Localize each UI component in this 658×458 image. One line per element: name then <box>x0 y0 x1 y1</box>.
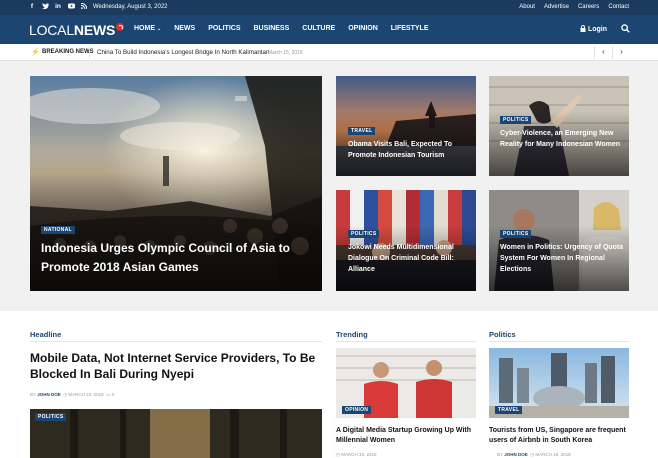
hero-card-main[interactable]: NATIONAL Indonesia Urges Olympic Council… <box>30 76 322 291</box>
politics-article-meta: BY JOHN DOE ◷ MARCH 19, 2018 <box>497 452 571 458</box>
author-link[interactable]: JOHN DOE <box>37 392 61 397</box>
nav-item-culture[interactable]: CULTURE <box>302 25 335 32</box>
nav-item-politics[interactable]: POLITICS <box>208 25 240 32</box>
section-heading-trending[interactable]: Trending <box>336 330 368 339</box>
nav-item-home[interactable]: HOME ⌄ <box>134 25 161 32</box>
logo-signal-icon <box>116 23 125 31</box>
logo-text-news: NEWS <box>73 22 116 38</box>
hero-card-2[interactable]: TRAVEL Obama Visits Bali, Expected To Pr… <box>336 76 476 176</box>
hero-card-4[interactable]: POLITICS Jokowi Needs Multidimensional D… <box>336 190 476 291</box>
nav-item-business[interactable]: BUSINESS <box>253 25 289 32</box>
nav-item-home-label: HOME <box>134 25 155 32</box>
trending-article-meta: ◷ MARCH 19, 2018 <box>336 452 376 458</box>
logo-text-local: LOCAL <box>29 22 74 38</box>
breaking-nav: ‹ › <box>594 46 630 59</box>
twitter-icon[interactable] <box>42 3 49 10</box>
nav-item-opinion[interactable]: OPINION <box>348 25 378 32</box>
category-tag[interactable]: NATIONAL <box>41 226 75 234</box>
headline-secondary-card[interactable]: POLITICS <box>30 409 322 458</box>
category-tag[interactable]: OPINION <box>342 406 372 414</box>
section-heading-headline[interactable]: Headline <box>30 330 61 339</box>
meta-date: MARCH 19, 2018 <box>341 452 377 457</box>
nav-item-news[interactable]: NEWS <box>174 25 195 32</box>
meta-by: BY <box>30 392 36 397</box>
search-icon[interactable] <box>621 24 630 33</box>
current-date: Wednesday, August 3, 2022 <box>93 4 168 10</box>
main-header: LOCAL NEWS HOME ⌄ NEWS POLITICS BUSINESS C… <box>0 15 658 44</box>
meta-comments[interactable]: 0 <box>112 392 115 397</box>
image-overlay <box>336 190 476 291</box>
link-about[interactable]: About <box>519 4 535 10</box>
divider <box>336 341 476 342</box>
forest-image <box>30 409 322 458</box>
utility-links: About Advertise Careers Contact <box>519 4 629 10</box>
chevron-left-icon[interactable]: ‹ <box>594 46 612 59</box>
hero-title-5[interactable]: Women in Politics: Urgency of Quota Syst… <box>500 242 624 275</box>
category-tag[interactable]: POLITICS <box>35 413 67 421</box>
category-tag[interactable]: TRAVEL <box>495 406 523 414</box>
link-contact[interactable]: Contact <box>608 4 629 10</box>
link-advertise[interactable]: Advertise <box>544 4 569 10</box>
facebook-icon[interactable]: f <box>29 3 35 10</box>
linkedin-icon[interactable]: in <box>55 3 61 10</box>
divider <box>30 341 322 342</box>
link-careers[interactable]: Careers <box>578 4 599 10</box>
category-tag[interactable]: TRAVEL <box>348 127 376 135</box>
hero-title-2[interactable]: Obama Visits Bali, Expected To Promote I… <box>348 139 468 161</box>
hero-title-3[interactable]: Cyber-Violence, an Emerging New Reality … <box>500 128 625 150</box>
divider <box>89 47 90 58</box>
hero-card-3[interactable]: POLITICS Cyber-Violence, an Emerging New… <box>489 76 629 176</box>
politics-card[interactable]: TRAVEL <box>489 348 629 418</box>
category-tag[interactable]: POLITICS <box>500 230 532 238</box>
clock-icon: ◷ <box>336 452 340 457</box>
divider <box>489 341 629 342</box>
headline-article-meta: BY JOHN DOE ◷ MARCH 19, 2018 ▭ 0 <box>30 392 114 398</box>
chevron-down-icon: ⌄ <box>157 26 162 32</box>
nav-item-lifestyle[interactable]: LIFESTYLE <box>391 25 429 32</box>
meta-by: BY <box>497 452 503 457</box>
trending-card[interactable]: OPINION <box>336 348 476 418</box>
politics-article-title[interactable]: Tourists from US, Singapore are frequent… <box>489 426 629 446</box>
hero-title-4[interactable]: Jokowi Needs Multidimensional Dialogue O… <box>348 242 472 275</box>
image-overlay <box>489 190 629 291</box>
social-links: f in <box>29 2 88 10</box>
comment-icon: ▭ <box>106 392 111 397</box>
trending-article-title[interactable]: A Digital Media Startup Growing Up With … <box>336 426 476 446</box>
category-tag[interactable]: POLITICS <box>500 116 532 124</box>
breaking-news-bar: ⚡ BREAKING NEWS China To Build Indonesia… <box>0 44 658 61</box>
headline-article-title[interactable]: Mobile Data, Not Internet Service Provid… <box>30 350 320 382</box>
breaking-date: March 15, 2018 <box>268 49 303 56</box>
main-nav: HOME ⌄ NEWS POLITICS BUSINESS CULTURE OPI… <box>134 25 429 32</box>
section-heading-politics[interactable]: Politics <box>489 330 516 339</box>
top-bar: f in Wednesday, August 3, 2022 About Adv… <box>0 0 658 15</box>
author-link[interactable]: JOHN DOE <box>504 452 528 457</box>
hero-title-main[interactable]: Indonesia Urges Olympic Council of Asia … <box>41 239 311 277</box>
rss-icon[interactable] <box>80 2 88 10</box>
clock-icon: ◷ <box>530 452 535 457</box>
lock-icon <box>580 25 586 32</box>
breaking-headline[interactable]: China To Build Indonesia's Longest Bridg… <box>97 49 269 56</box>
hero-card-5[interactable]: POLITICS Women in Politics: Urgency of Q… <box>489 190 629 291</box>
image-overlay <box>489 76 629 176</box>
login-label: Login <box>587 26 608 33</box>
breaking-label: BREAKING NEWS <box>42 49 94 55</box>
meta-date: MARCH 19, 2018 <box>68 392 104 397</box>
category-tag[interactable]: POLITICS <box>348 230 380 238</box>
login-button[interactable]: Login <box>580 25 607 33</box>
clock-icon: ◷ <box>63 392 68 397</box>
chevron-right-icon[interactable]: › <box>612 46 630 59</box>
lightning-icon: ⚡ <box>31 49 40 56</box>
site-logo[interactable]: LOCAL NEWS <box>29 22 125 38</box>
meta-date: MARCH 19, 2018 <box>535 452 571 457</box>
image-overlay <box>336 76 476 176</box>
youtube-icon[interactable] <box>68 3 75 10</box>
